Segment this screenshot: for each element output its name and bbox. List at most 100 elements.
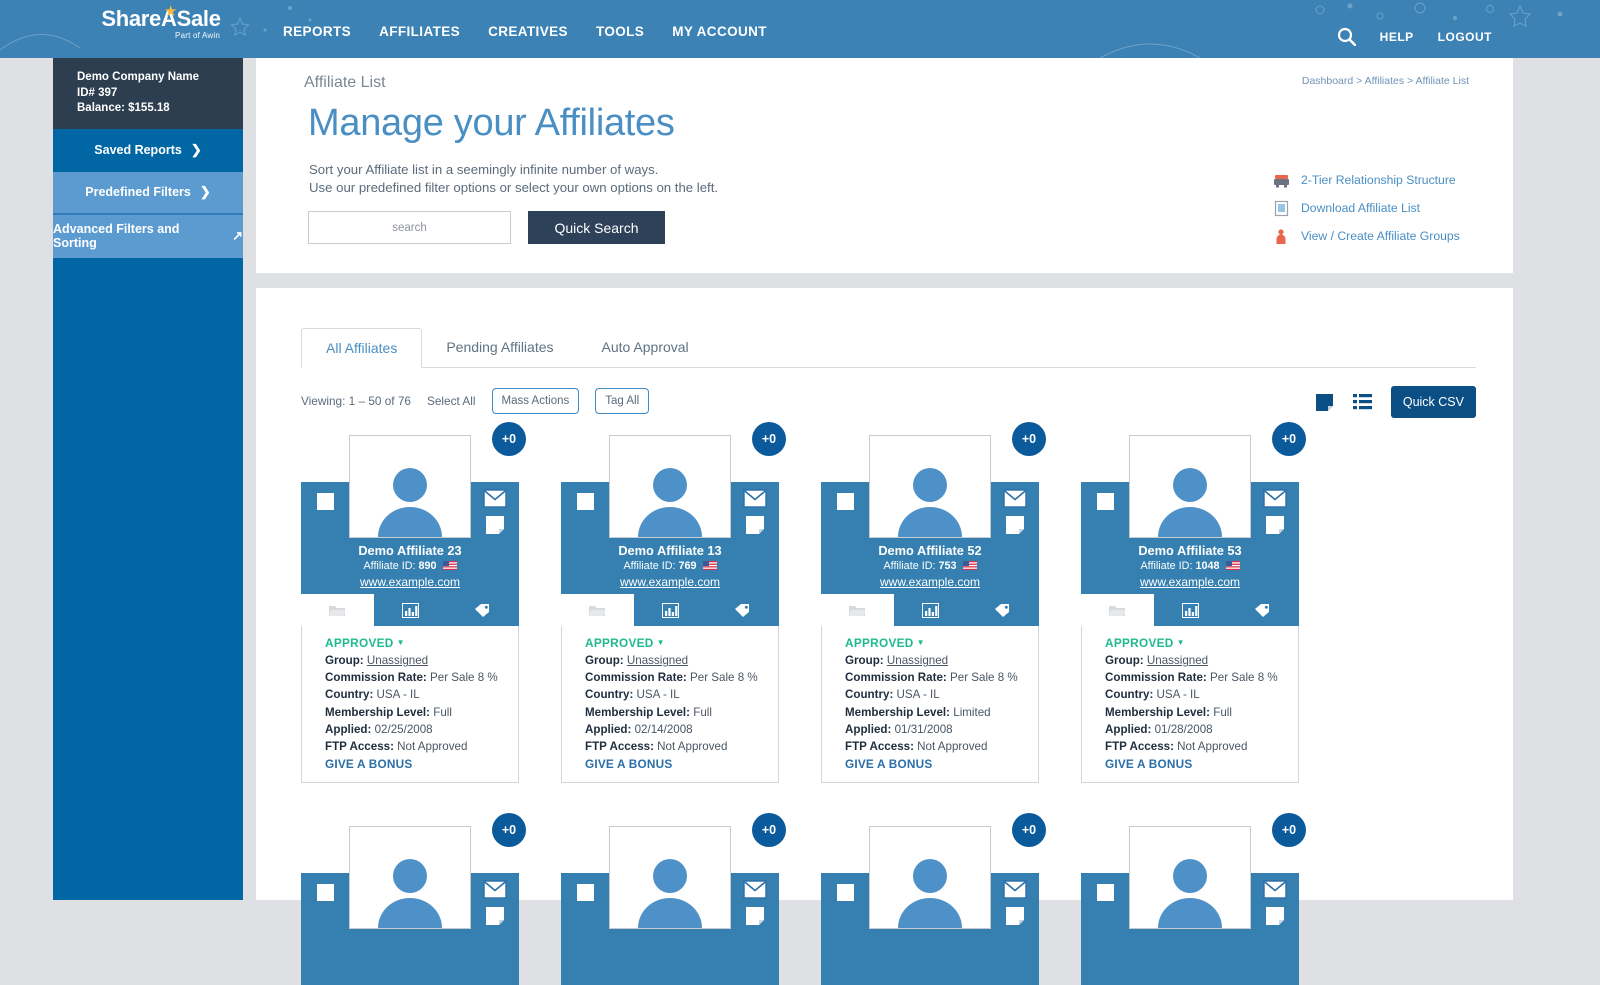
affiliate-card[interactable]: +0 Demo Affiliate 53 Affiliate ID: 1048 ww… bbox=[1081, 422, 1306, 784]
folder-icon[interactable] bbox=[328, 603, 347, 618]
card-view-icon[interactable] bbox=[1315, 393, 1334, 412]
relationship-badge[interactable]: +0 bbox=[492, 813, 526, 848]
affiliate-website-link[interactable]: www.example.com bbox=[1081, 574, 1299, 590]
folder-icon[interactable] bbox=[1108, 603, 1127, 618]
message-icon[interactable] bbox=[1003, 489, 1027, 508]
breadcrumb[interactable]: Dashboard > Affiliates > Affiliate List bbox=[1302, 75, 1469, 87]
relationship-badge[interactable]: +0 bbox=[1272, 813, 1306, 848]
nav-item-my-account[interactable]: MY ACCOUNT bbox=[672, 24, 767, 39]
avatar[interactable] bbox=[869, 826, 991, 930]
card-tab-details[interactable] bbox=[1081, 594, 1154, 626]
select-checkbox[interactable] bbox=[837, 884, 854, 902]
message-icon[interactable] bbox=[1263, 880, 1287, 899]
search-icon[interactable] bbox=[1337, 27, 1356, 46]
card-tab-details[interactable] bbox=[561, 594, 634, 626]
nav-item-affiliates[interactable]: AFFILIATES bbox=[379, 24, 460, 39]
group-link[interactable]: Unassigned bbox=[627, 654, 688, 667]
status-badge[interactable]: APPROVED ▼ bbox=[845, 636, 1038, 650]
affiliate-card[interactable]: +0 Demo Affiliate 13 Affiliate ID: 769 www… bbox=[561, 422, 786, 784]
affiliate-website-link[interactable]: www.example.com bbox=[301, 574, 519, 590]
select-checkbox[interactable] bbox=[577, 493, 594, 510]
message-icon[interactable] bbox=[483, 880, 507, 899]
select-checkbox[interactable] bbox=[577, 884, 594, 902]
link-view-create-affiliate-groups[interactable]: View / Create Affiliate Groups bbox=[1273, 222, 1493, 250]
group-link[interactable]: Unassigned bbox=[367, 654, 428, 667]
logout-link[interactable]: LOGOUT bbox=[1438, 30, 1492, 44]
relationship-badge[interactable]: +0 bbox=[1272, 422, 1306, 456]
note-icon[interactable] bbox=[1265, 906, 1285, 926]
group-link[interactable]: Unassigned bbox=[1147, 654, 1208, 667]
affiliate-card[interactable]: +0 bbox=[301, 813, 526, 985]
card-tab-stats[interactable] bbox=[374, 594, 447, 626]
message-icon[interactable] bbox=[1003, 880, 1027, 899]
search-input[interactable] bbox=[308, 211, 511, 244]
relationship-badge[interactable]: +0 bbox=[752, 813, 786, 848]
select-checkbox[interactable] bbox=[1097, 884, 1114, 902]
give-a-bonus-link[interactable]: GIVE A BONUS bbox=[325, 757, 518, 771]
sidebar-item-predefined-filters[interactable]: Predefined Filters ❯ bbox=[53, 171, 243, 215]
relationship-badge[interactable]: +0 bbox=[1012, 422, 1046, 456]
relationship-badge[interactable]: +0 bbox=[752, 422, 786, 456]
message-icon[interactable] bbox=[1263, 489, 1287, 508]
select-checkbox[interactable] bbox=[317, 884, 334, 902]
message-icon[interactable] bbox=[483, 489, 507, 508]
select-all-link[interactable]: Select All bbox=[427, 394, 476, 408]
sidebar-item-saved-reports[interactable]: Saved Reports ❯ bbox=[53, 128, 243, 172]
affiliate-card[interactable]: +0 bbox=[1081, 813, 1306, 985]
card-tab-details[interactable] bbox=[301, 594, 374, 626]
quick-csv-button[interactable]: Quick CSV bbox=[1390, 386, 1476, 418]
avatar[interactable] bbox=[869, 435, 991, 538]
note-icon[interactable] bbox=[485, 906, 505, 926]
sidebar-item-advanced-filters[interactable]: Advanced Filters and Sorting ↗ bbox=[53, 214, 243, 258]
avatar[interactable] bbox=[1129, 435, 1251, 538]
affiliate-card[interactable]: +0 Demo Affiliate 23 Affiliate ID: 890 www… bbox=[301, 422, 526, 784]
status-badge[interactable]: APPROVED ▼ bbox=[325, 636, 518, 650]
link-2-tier-relationship-structure[interactable]: 2-Tier Relationship Structure bbox=[1273, 166, 1493, 194]
tab-all-affiliates[interactable]: All Affiliates bbox=[301, 328, 423, 368]
tag-icon[interactable] bbox=[1254, 603, 1271, 618]
sharesale-logo[interactable]: ★ ShareASale Part of Awin bbox=[96, 4, 226, 40]
card-tab-tags[interactable] bbox=[706, 594, 779, 626]
tag-icon[interactable] bbox=[474, 603, 491, 618]
card-tab-stats[interactable] bbox=[894, 594, 967, 626]
avatar[interactable] bbox=[609, 435, 731, 538]
give-a-bonus-link[interactable]: GIVE A BONUS bbox=[845, 757, 1038, 771]
group-link[interactable]: Unassigned bbox=[887, 654, 948, 667]
avatar[interactable] bbox=[349, 435, 471, 538]
give-a-bonus-link[interactable]: GIVE A BONUS bbox=[585, 757, 778, 771]
relationship-badge[interactable]: +0 bbox=[492, 422, 526, 456]
avatar[interactable] bbox=[349, 826, 471, 930]
tab-auto-approval[interactable]: Auto Approval bbox=[578, 327, 713, 367]
relationship-badge[interactable]: +0 bbox=[1012, 813, 1046, 848]
note-icon[interactable] bbox=[745, 515, 765, 535]
card-tab-stats[interactable] bbox=[634, 594, 707, 626]
affiliate-card[interactable]: +0 Demo Affiliate 52 Affiliate ID: 753 www… bbox=[821, 422, 1046, 784]
select-checkbox[interactable] bbox=[317, 493, 334, 510]
affiliate-card[interactable]: +0 bbox=[821, 813, 1046, 985]
avatar[interactable] bbox=[609, 826, 731, 930]
card-tab-details[interactable] bbox=[821, 594, 894, 626]
note-icon[interactable] bbox=[745, 906, 765, 926]
quick-search-button[interactable]: Quick Search bbox=[528, 211, 665, 244]
stats-icon[interactable] bbox=[661, 602, 679, 618]
note-icon[interactable] bbox=[485, 515, 505, 535]
help-link[interactable]: HELP bbox=[1380, 30, 1414, 44]
folder-icon[interactable] bbox=[588, 603, 607, 618]
stats-icon[interactable] bbox=[401, 602, 419, 618]
list-view-icon[interactable] bbox=[1352, 393, 1372, 411]
card-tab-tags[interactable] bbox=[966, 594, 1039, 626]
nav-item-reports[interactable]: REPORTS bbox=[283, 24, 351, 39]
give-a-bonus-link[interactable]: GIVE A BONUS bbox=[1105, 757, 1298, 771]
folder-icon[interactable] bbox=[848, 603, 867, 618]
tag-icon[interactable] bbox=[994, 603, 1011, 618]
nav-item-tools[interactable]: TOOLS bbox=[596, 24, 644, 39]
affiliate-website-link[interactable]: www.example.com bbox=[561, 574, 779, 590]
status-badge[interactable]: APPROVED ▼ bbox=[1105, 636, 1298, 650]
avatar[interactable] bbox=[1129, 826, 1251, 930]
note-icon[interactable] bbox=[1005, 515, 1025, 535]
link-download-affiliate-list[interactable]: Download Affiliate List bbox=[1273, 194, 1493, 222]
nav-item-creatives[interactable]: CREATIVES bbox=[488, 24, 568, 39]
message-icon[interactable] bbox=[743, 489, 767, 508]
tag-all-button[interactable]: Tag All bbox=[595, 388, 650, 414]
card-tab-tags[interactable] bbox=[446, 594, 519, 626]
